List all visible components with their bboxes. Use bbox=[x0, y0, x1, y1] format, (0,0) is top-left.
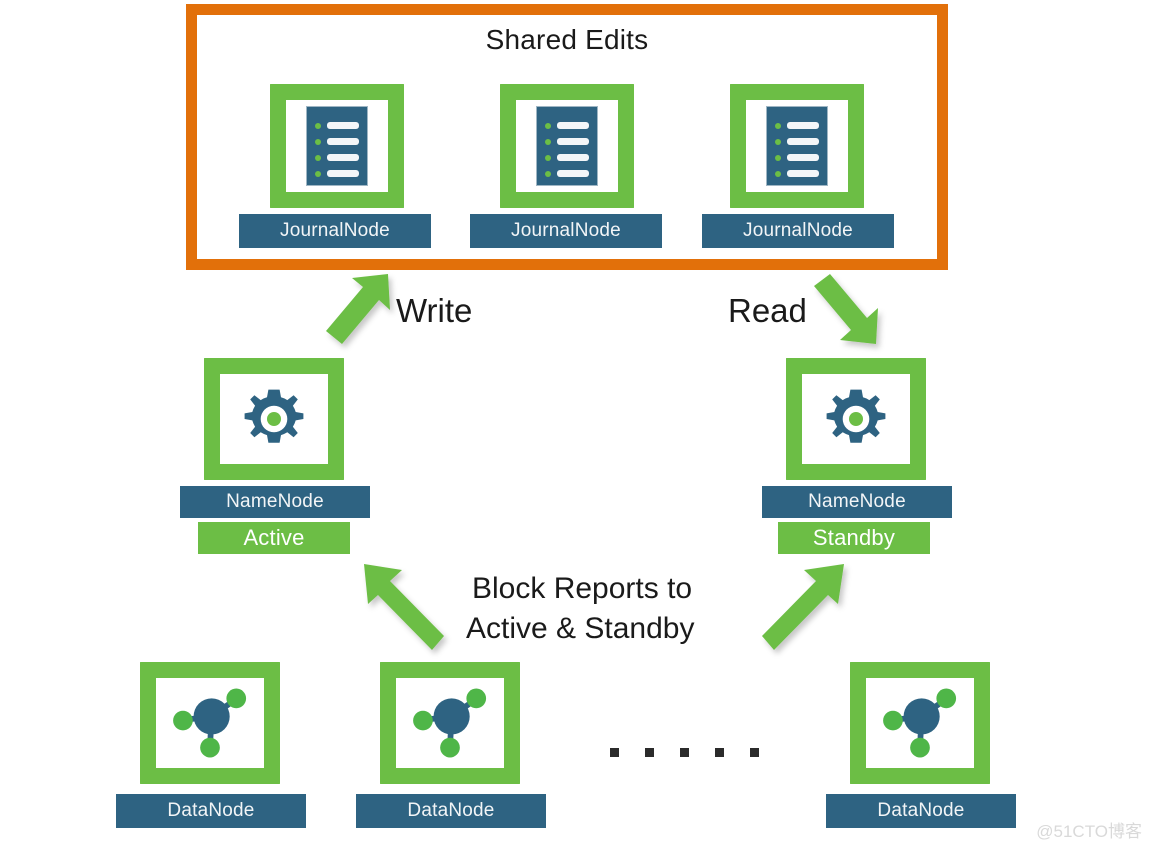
block-report-right-arrow bbox=[762, 564, 844, 650]
shared-edits-title: Shared Edits bbox=[485, 24, 649, 55]
journalnode-label-3: JournalNode bbox=[702, 214, 894, 248]
block-reports-line-1: Block Reports to bbox=[472, 572, 693, 605]
namenode-label-active: NameNode bbox=[180, 486, 370, 518]
datanode-frame-3 bbox=[850, 662, 990, 784]
journalnode-2[interactable] bbox=[500, 84, 634, 208]
block-report-left-arrow bbox=[364, 564, 444, 650]
namenode-standby[interactable] bbox=[786, 358, 926, 480]
datanode-label-3: DataNode bbox=[826, 794, 1016, 828]
namenode-frame-active bbox=[204, 358, 344, 480]
namenode-active[interactable] bbox=[204, 358, 344, 480]
gear-icon bbox=[826, 389, 886, 443]
datanode-3[interactable] bbox=[850, 662, 990, 784]
read-arrow bbox=[814, 274, 878, 344]
namenode-frame-standby bbox=[786, 358, 926, 480]
document-icon bbox=[766, 106, 828, 186]
namenode-state-standby: Standby bbox=[778, 522, 930, 554]
datanode-label-2: DataNode bbox=[356, 794, 546, 828]
journalnode-label-2: JournalNode bbox=[470, 214, 662, 248]
network-hub-icon bbox=[173, 688, 247, 758]
datanode-frame-2 bbox=[380, 662, 520, 784]
journalnode-label-1: JournalNode bbox=[239, 214, 431, 248]
datanode-label-1: DataNode bbox=[116, 794, 306, 828]
datanode-2[interactable] bbox=[380, 662, 520, 784]
datanode-frame-1 bbox=[140, 662, 280, 784]
network-hub-icon bbox=[413, 688, 487, 758]
journalnode-frame-2 bbox=[500, 84, 634, 208]
write-label: Write bbox=[396, 292, 473, 329]
ellipsis-dots bbox=[610, 748, 759, 757]
block-reports-line-2: Active & Standby bbox=[466, 612, 695, 645]
document-icon bbox=[306, 106, 368, 186]
gear-icon bbox=[244, 389, 304, 443]
journalnode-1[interactable] bbox=[270, 84, 404, 208]
journalnode-3[interactable] bbox=[730, 84, 864, 208]
network-hub-icon bbox=[883, 688, 957, 758]
watermark: @51CTO博客 bbox=[1036, 822, 1142, 841]
datanode-1[interactable] bbox=[140, 662, 280, 784]
diagram-canvas: Shared Edits JournalNode JournalNode Jou… bbox=[0, 0, 1156, 852]
namenode-label-standby: NameNode bbox=[762, 486, 952, 518]
journalnode-frame-3 bbox=[730, 84, 864, 208]
journalnode-frame-1 bbox=[270, 84, 404, 208]
document-icon bbox=[536, 106, 598, 186]
namenode-state-active: Active bbox=[198, 522, 350, 554]
read-label: Read bbox=[728, 292, 807, 329]
